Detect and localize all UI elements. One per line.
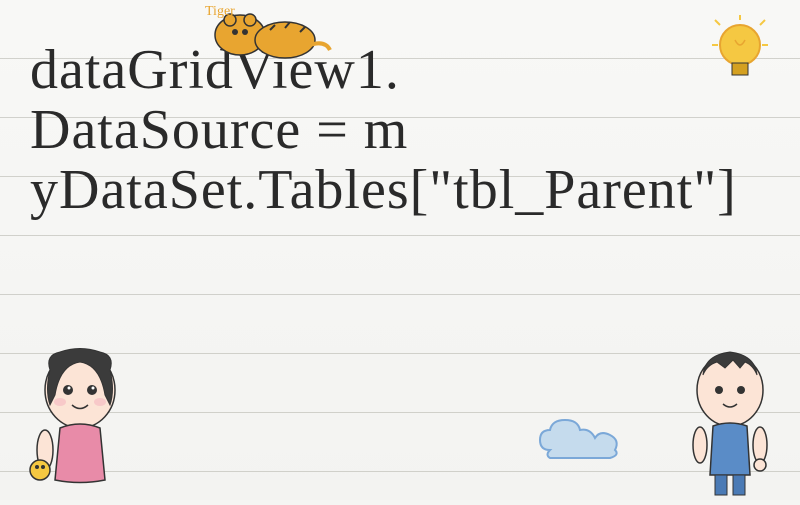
lightbulb-doodle: [710, 15, 770, 95]
girl-cartoon: [10, 340, 150, 500]
lightbulb-icon: [710, 15, 770, 95]
girl-icon: [10, 340, 150, 500]
code-line-2: DataSource = m: [30, 100, 770, 160]
boy-icon: [665, 340, 795, 500]
tiger-doodle: Tiger: [200, 0, 340, 70]
code-line-1: dataGridView1.: [30, 40, 770, 100]
svg-text:Tiger: Tiger: [205, 4, 235, 19]
code-line-3: yDataSet.Tables["tbl_Parent"]: [30, 160, 770, 220]
code-text-block: dataGridView1. DataSource = m yDataSet.T…: [30, 40, 770, 220]
tiger-icon: Tiger: [200, 0, 340, 70]
cloud-doodle: [530, 410, 630, 470]
cloud-icon: [530, 410, 630, 470]
boy-cartoon: [665, 340, 795, 500]
